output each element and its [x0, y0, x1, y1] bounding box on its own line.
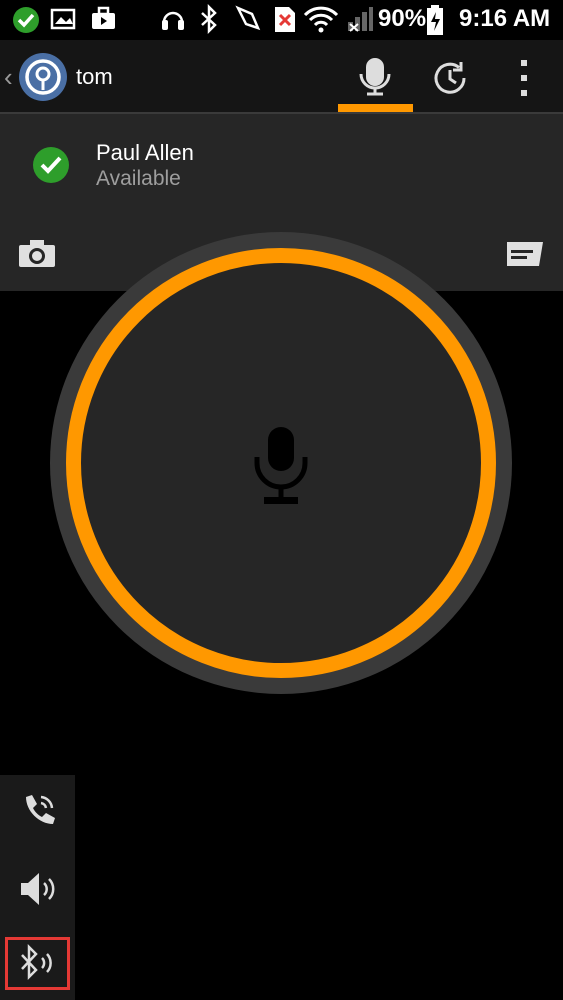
page-title: tom: [76, 64, 113, 89]
battery-charging-icon: [427, 5, 443, 35]
camera-icon[interactable]: [18, 238, 56, 268]
overflow-menu-icon[interactable]: [516, 58, 532, 98]
photos-icon: [50, 8, 76, 30]
message-icon[interactable]: [504, 240, 546, 268]
headset-icon: [162, 11, 184, 30]
action-bar: ‹ tom: [0, 40, 563, 112]
microphone-icon: [254, 427, 308, 504]
app-logo-icon[interactable]: [18, 52, 68, 102]
bluetooth-icon: [201, 4, 217, 34]
handset-button[interactable]: [0, 775, 75, 847]
chevron-left-icon[interactable]: ‹: [4, 62, 13, 93]
history-icon[interactable]: [430, 58, 470, 98]
tab-talk[interactable]: [338, 40, 413, 112]
speaker-button[interactable]: [0, 853, 75, 925]
speaker-icon: [21, 873, 55, 905]
status-bar: 90% 9:16 AM: [0, 0, 563, 40]
briefcase-icon: [92, 6, 115, 29]
no-sim-icon: [275, 7, 295, 32]
clock: 9:16 AM: [459, 5, 551, 32]
contact-status: Available: [96, 167, 181, 190]
wifi-icon: [303, 6, 339, 33]
check-circle-icon: [13, 7, 39, 33]
contact-name[interactable]: Paul Allen: [96, 140, 194, 166]
bluetooth-highlight-box: [5, 937, 70, 990]
battery-percent: 90%: [378, 5, 427, 32]
microphone-icon: [359, 58, 391, 96]
phone-handset-icon: [26, 795, 55, 824]
signal-icon: [348, 7, 373, 32]
nfc-icon: [235, 5, 261, 31]
available-status-icon: [33, 147, 69, 183]
